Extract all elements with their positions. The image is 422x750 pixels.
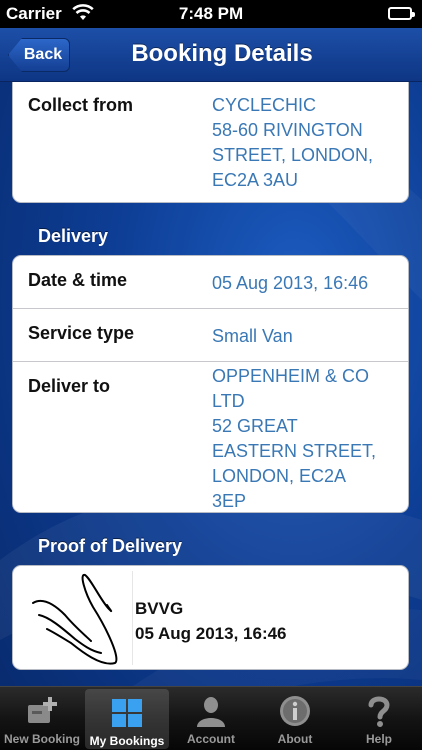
- address-line: LTD: [212, 391, 245, 411]
- address-line: OPPENHEIM & CO: [212, 366, 370, 386]
- status-time: 7:48 PM: [178, 4, 244, 23]
- tab-help[interactable]: Help: [337, 687, 421, 750]
- deliver-to-label: Deliver to: [28, 376, 111, 396]
- signature-image: [21, 571, 133, 665]
- service-type-label: Service type: [28, 323, 135, 343]
- tab-new-booking[interactable]: New Booking: [0, 687, 84, 750]
- address-line: EASTERN STREET,: [212, 441, 377, 461]
- deliver-to-address: OPPENHEIM & CO LTD 52 GREAT EASTERN STRE…: [212, 364, 397, 514]
- proof-of-delivery-card: BVVG 05 Aug 2013, 16:46: [12, 565, 409, 670]
- collect-from-label: Collect from: [28, 95, 134, 115]
- address-line: STREET, LONDON,: [212, 145, 374, 165]
- tab-about[interactable]: About: [253, 687, 337, 750]
- collection-card: Collect from CYCLECHIC 58-60 RIVINGTON S…: [12, 70, 409, 203]
- proof-of-delivery-header: Proof of Delivery: [38, 536, 183, 556]
- address-line: EC2A 3AU: [212, 170, 299, 190]
- page-title: Booking Details: [131, 40, 313, 67]
- tab-my-bookings[interactable]: My Bookings: [85, 689, 169, 749]
- signed-by-name: BVVG: [135, 599, 184, 618]
- collect-from-row: Collect from CYCLECHIC 58-60 RIVINGTON S…: [13, 71, 408, 202]
- help-icon: [368, 696, 390, 727]
- address-line: 58-60 RIVINGTON: [212, 120, 363, 140]
- account-icon: [197, 697, 225, 727]
- delivery-card: Date & time 05 Aug 2013, 16:46 Service t…: [12, 255, 409, 513]
- collect-from-address: CYCLECHIC 58-60 RIVINGTON STREET, LONDON…: [212, 93, 397, 193]
- service-type-row: Service type Small Van: [13, 309, 408, 362]
- navigation-bar-overlay: Back Booking Details: [0, 28, 422, 82]
- tab-bar: New Booking My Bookings Account About He…: [0, 686, 422, 750]
- my-bookings-icon: [112, 699, 142, 727]
- tab-label: Account: [187, 732, 235, 746]
- battery-icon: [388, 7, 415, 20]
- tab-label: New Booking: [3, 732, 80, 746]
- date-time-row: Date & time 05 Aug 2013, 16:46: [13, 256, 408, 309]
- back-button[interactable]: Back: [8, 38, 70, 72]
- status-bar-overlay: Carrier 7:48 PM: [0, 0, 422, 28]
- service-type-value: Small Van: [212, 326, 293, 346]
- tab-label: Help: [365, 732, 392, 746]
- signed-at-datetime: 05 Aug 2013, 16:46: [135, 624, 287, 643]
- tab-label: About: [277, 732, 313, 746]
- address-line: 52 GREAT: [212, 416, 298, 436]
- new-booking-icon: [28, 697, 57, 723]
- info-icon: [280, 696, 310, 726]
- address-line: 3EP: [212, 491, 247, 511]
- deliver-to-row: Deliver to OPPENHEIM & CO LTD 52 GREAT E…: [13, 362, 408, 512]
- date-time-value: 05 Aug 2013, 16:46: [212, 273, 369, 293]
- tab-label: My Bookings: [89, 734, 165, 748]
- address-line: LONDON, EC2A: [212, 466, 347, 486]
- tab-account[interactable]: Account: [169, 687, 253, 750]
- delivery-section-header: Delivery: [38, 226, 109, 246]
- address-line: CYCLECHIC: [212, 95, 317, 115]
- date-time-label: Date & time: [28, 270, 128, 290]
